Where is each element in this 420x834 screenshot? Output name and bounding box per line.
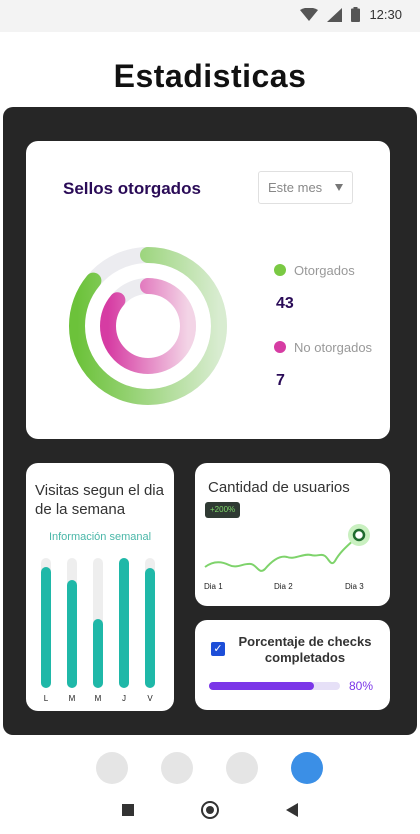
usuarios-card: Cantidad de usuarios +200% Dia 1 Dia 2 D… — [195, 463, 390, 606]
visitas-card: Visitas segun el dia de la semana Inform… — [26, 463, 174, 711]
bar-label-5: V — [147, 694, 153, 703]
status-bar: 12:30 — [0, 0, 420, 32]
sellos-donut-chart — [69, 247, 227, 405]
page-title: Estadisticas — [113, 58, 307, 94]
signal-icon — [327, 7, 343, 22]
recent-apps-icon[interactable] — [122, 804, 134, 816]
otorgados-legend-dot — [274, 264, 286, 276]
checks-progress-fill — [209, 682, 314, 690]
battery-icon — [351, 7, 361, 22]
no-otorgados-value: 7 — [276, 372, 285, 389]
bar-5 — [145, 568, 155, 688]
x-label-dia-1: Dia 1 — [204, 582, 223, 591]
bar-track-3 — [93, 558, 103, 688]
page-dot-4[interactable] — [291, 752, 323, 784]
no-otorgados-legend-dot — [274, 341, 286, 353]
visitas-subtitle: Información semanal — [48, 531, 152, 543]
visitas-title: Visitas segun el dia de la semana — [35, 482, 164, 518]
otorgados-legend-label: Otorgados — [294, 263, 355, 278]
bar-4 — [119, 558, 129, 688]
page-dot-2[interactable] — [161, 752, 193, 784]
growth-badge: +200% — [205, 502, 241, 518]
bar-label-3: M — [94, 694, 102, 703]
checks-checkbox[interactable]: ✓ — [211, 642, 225, 656]
period-select-value: Este mes — [268, 180, 323, 195]
no-otorgados-legend-label: No otorgados — [294, 340, 373, 355]
bar-label-2: M — [68, 694, 76, 703]
checks-progress-bar — [209, 682, 340, 690]
checks-card: ✓ Porcentaje de checks completados 80% — [195, 620, 390, 710]
otorgados-ring — [69, 247, 227, 405]
bar-label-4: J — [122, 694, 126, 703]
bar-label-1: L — [43, 694, 49, 703]
bar-2 — [67, 580, 77, 688]
checks-title: Porcentaje de checks completados — [238, 634, 372, 665]
bar-track-2 — [67, 558, 77, 688]
sellos-title: Sellos otorgados — [63, 179, 201, 198]
usuarios-line-chart — [204, 524, 370, 572]
x-label-dia-2: Dia 2 — [274, 582, 293, 591]
wifi-icon — [300, 7, 319, 21]
page-dot-1[interactable] — [96, 752, 128, 784]
navigation-bar — [0, 790, 420, 834]
sellos-card: Sellos otorgados Este mes Otorgados 43 N… — [26, 141, 390, 439]
bar-1 — [41, 567, 51, 688]
bar-track-5 — [145, 558, 155, 688]
no-otorgados-ring — [100, 278, 196, 374]
otorgados-value: 43 — [276, 295, 294, 312]
x-label-dia-3: Dia 3 — [345, 582, 364, 591]
usuarios-line-endpoint — [352, 528, 366, 542]
caret-down-icon — [335, 184, 343, 191]
usuarios-title: Cantidad de usuarios — [208, 479, 350, 496]
page-dot-3[interactable] — [226, 752, 258, 784]
status-time: 12:30 — [369, 7, 402, 22]
bar-track-1 — [41, 558, 51, 688]
bar-3 — [93, 619, 103, 688]
back-icon[interactable] — [286, 803, 298, 817]
period-select[interactable]: Este mes — [258, 171, 353, 204]
bar-track-4 — [119, 558, 129, 688]
checks-progress-label: 80% — [349, 679, 374, 693]
usuarios-line — [204, 534, 360, 572]
home-icon[interactable] — [201, 801, 219, 819]
